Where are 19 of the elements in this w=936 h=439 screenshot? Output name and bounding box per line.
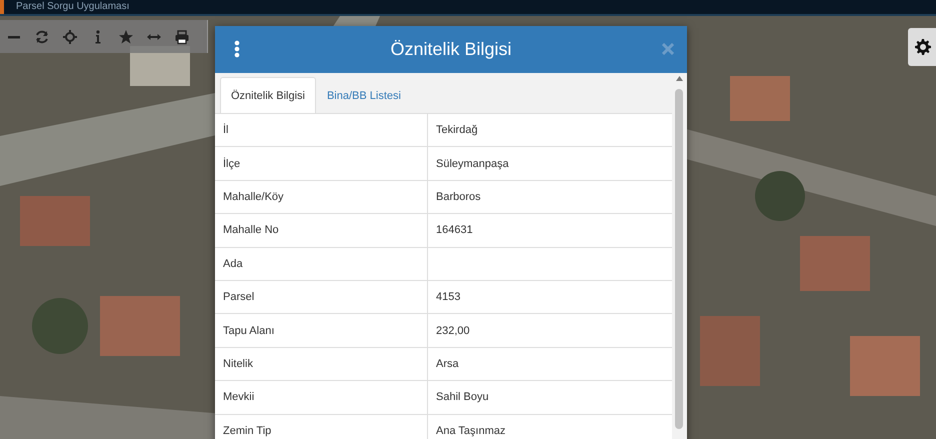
table-cell-text: Mahalle/Köy [222,190,285,205]
settings-icon [915,39,931,55]
table-cell-text: Zemin Tip [222,424,272,439]
table-cell-text: İlçe [222,156,242,172]
table-cell-text: Ada [222,256,244,272]
app-title: Parsel Sorgu Uygulaması [16,0,130,14]
tab[interactable]: Öznitelik Bilgisi [220,77,316,113]
table-cell-text: Nitelik [222,356,254,372]
table-cell-text: Mevkii [222,390,256,406]
scrollbar[interactable] [672,73,687,439]
table-cell-text: İl [222,122,230,138]
table-cell-text: Mahalle No [222,223,280,238]
scroll-up-icon[interactable] [676,76,683,81]
table-cell-text: Tapu Alanı [222,324,276,339]
settings-button[interactable] [908,28,936,66]
tab[interactable]: Bina/BB Listesi [316,77,412,113]
menu-button[interactable] [233,39,241,59]
dialog-title: Öznitelik Bilgisi [389,39,513,60]
table-cell-text: Parsel [222,290,256,306]
